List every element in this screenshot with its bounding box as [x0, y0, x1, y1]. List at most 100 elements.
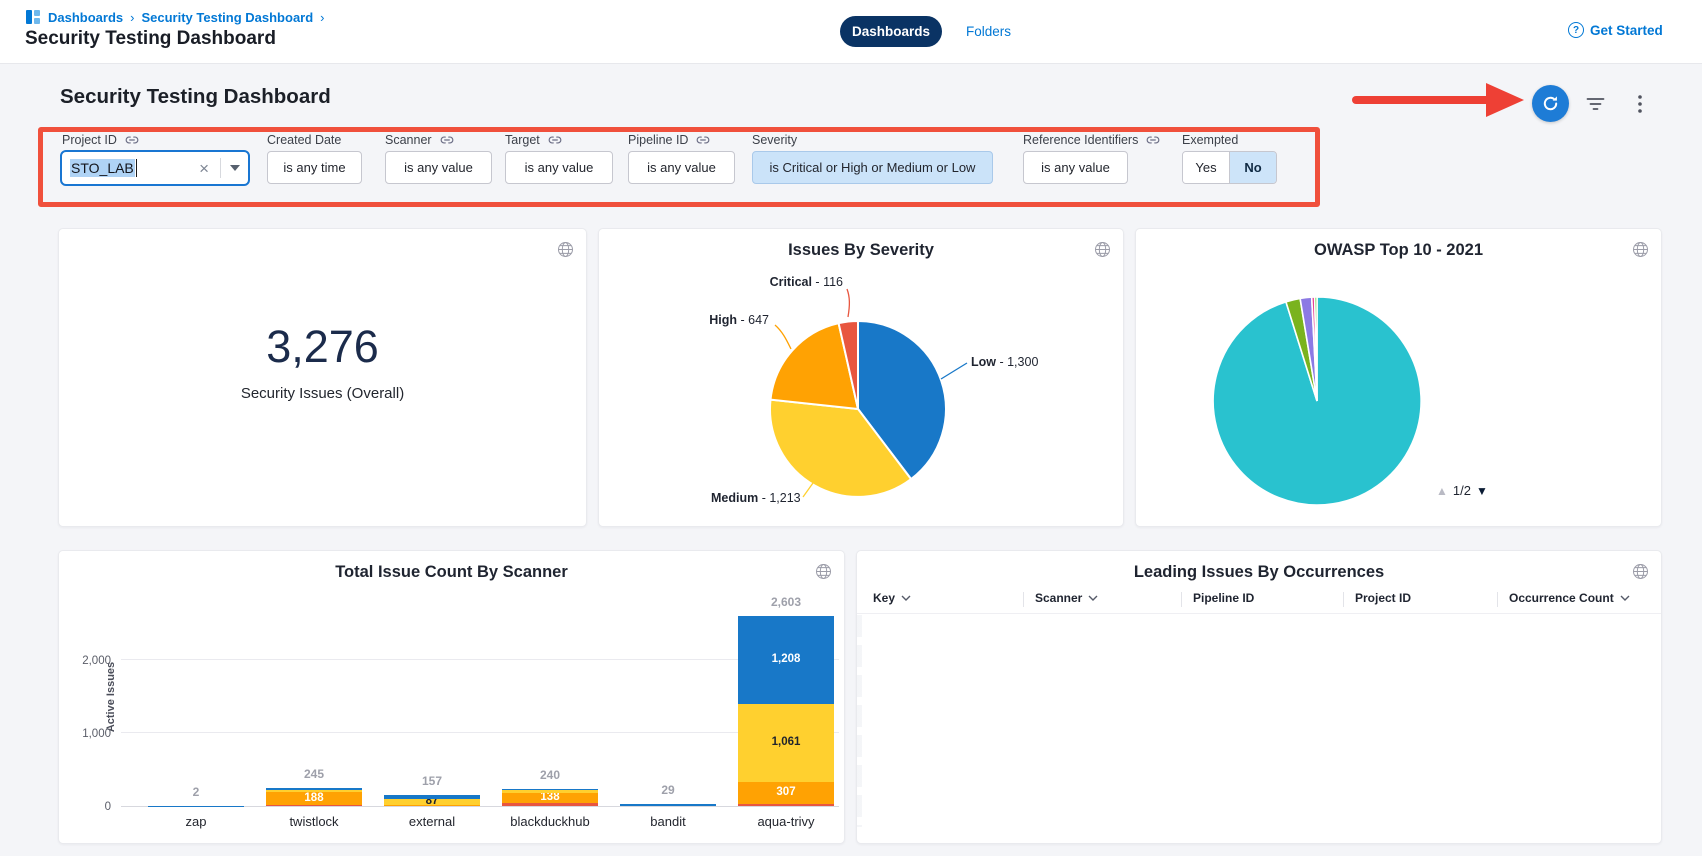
- bar-aqua-trivy[interactable]: 307 1,061 1,208: [738, 603, 834, 806]
- bar-segment-orange[interactable]: 188: [266, 792, 362, 806]
- x-axis-category-label: external: [372, 814, 492, 829]
- text-cursor: [136, 159, 138, 177]
- owasp-top-10-pie-chart: [1136, 229, 1661, 526]
- overall-issues-value: 3,276: [59, 321, 586, 373]
- bar-segment-blue[interactable]: [266, 788, 362, 790]
- callout-line-low: [941, 363, 967, 379]
- link-icon: [696, 133, 710, 147]
- input-divider: [220, 158, 221, 178]
- dashboards-grid-icon: [25, 9, 41, 25]
- link-icon: [548, 133, 562, 147]
- page-down-icon[interactable]: ▼: [1476, 484, 1488, 498]
- card-owasp-top-10: OWASP Top 10 - 2021 ▲ 1/2 ▼: [1135, 228, 1662, 527]
- overall-issues-label: Security Issues (Overall): [59, 385, 586, 402]
- x-axis-category-label: blackduckhub: [490, 814, 610, 829]
- table-header-row: Key Scanner Pipeline ID Project ID Occur…: [857, 587, 1661, 614]
- bar-bandit[interactable]: [620, 603, 716, 806]
- page-up-icon[interactable]: ▲: [1436, 484, 1448, 498]
- bar-segment-blue[interactable]: [384, 795, 480, 799]
- project-id-filter-value: STO_LAB: [70, 159, 135, 177]
- bar-segment-red[interactable]: [738, 804, 834, 806]
- bar-total-label: 29: [608, 783, 728, 797]
- clear-icon[interactable]: ×: [199, 160, 209, 177]
- exempted-no-option-selected[interactable]: No: [1230, 152, 1276, 183]
- pie-label-critical: Critical - 116: [639, 275, 843, 289]
- y-axis-title: Active Issues: [105, 617, 117, 777]
- bar-segment-yellow[interactable]: 1,061: [738, 704, 834, 781]
- bar-segment-yellow[interactable]: 87: [384, 799, 480, 805]
- help-question-icon: ?: [1568, 22, 1584, 38]
- dashboard-more-options-button[interactable]: [1628, 92, 1652, 116]
- bar-segment-blue[interactable]: [502, 789, 598, 790]
- filter-label-severity: Severity: [752, 133, 797, 147]
- project-id-filter-input[interactable]: STO_LAB ×: [60, 150, 250, 186]
- created-date-filter-button[interactable]: is any time: [267, 151, 362, 184]
- bar-segment-value: 188: [304, 793, 323, 805]
- breadcrumb-link-dashboards[interactable]: Dashboards: [48, 10, 123, 25]
- breadcrumb-link-security-testing-dashboard[interactable]: Security Testing Dashboard: [141, 10, 313, 25]
- target-filter-button[interactable]: is any value: [505, 151, 613, 184]
- dashboard-section-title: Security Testing Dashboard: [60, 85, 331, 109]
- bar-segment-yellow[interactable]: [502, 790, 598, 793]
- scanner-bar-chart-plot: 01,0002,0002zap188245twistlock87157exter…: [121, 603, 839, 807]
- column-divider: [1181, 592, 1182, 607]
- column-header-key[interactable]: Key: [873, 591, 911, 605]
- refresh-icon: [1541, 94, 1560, 113]
- y-axis-tick-label: 0: [61, 801, 111, 813]
- link-icon: [1146, 133, 1160, 147]
- severity-filter-button[interactable]: is Critical or High or Medium or Low: [752, 151, 993, 184]
- callout-line-critical: [847, 289, 849, 317]
- security-testing-dashboard-page: Dashboards › Security Testing Dashboard …: [0, 0, 1702, 856]
- table-loading-skeleton: [857, 615, 862, 827]
- dashboard-filters-button[interactable]: [1583, 92, 1607, 116]
- table-title-leading-issues: Leading Issues By Occurrences: [857, 563, 1661, 582]
- column-divider: [1023, 592, 1024, 607]
- refresh-button[interactable]: [1532, 85, 1569, 122]
- x-axis-category-label: twistlock: [254, 814, 374, 829]
- tab-folders[interactable]: Folders: [966, 16, 1011, 47]
- bar-segment-value: 307: [776, 787, 795, 799]
- card-issues-by-severity: Issues By Severity Critical - 116 High -…: [598, 228, 1124, 527]
- column-header-pipeline-id[interactable]: Pipeline ID: [1193, 591, 1254, 605]
- filter-label-project-id: Project ID: [62, 133, 139, 147]
- link-icon: [125, 133, 139, 147]
- exempted-toggle: Yes No: [1182, 151, 1277, 184]
- breadcrumb-separator: ›: [130, 10, 134, 25]
- bar-segment-red[interactable]: [266, 805, 362, 806]
- breadcrumb: Dashboards › Security Testing Dashboard …: [25, 9, 325, 25]
- globe-filter-indicator-icon[interactable]: [557, 241, 574, 263]
- y-axis-tick-label: 2,000: [61, 655, 111, 667]
- scanner-filter-button[interactable]: is any value: [385, 151, 492, 184]
- filter-label-reference-identifiers: Reference Identifiers: [1023, 133, 1160, 147]
- column-divider: [1497, 592, 1498, 607]
- bar-segment-orange[interactable]: 138: [502, 793, 598, 803]
- exempted-yes-option[interactable]: Yes: [1183, 152, 1230, 183]
- x-axis-category-label: bandit: [608, 814, 728, 829]
- annotation-arrow-head: [1486, 83, 1524, 117]
- bar-zap[interactable]: [148, 603, 244, 806]
- column-header-occurrence-count[interactable]: Occurrence Count: [1509, 591, 1630, 605]
- bar-total-label: 2: [136, 785, 256, 799]
- card-leading-issues-by-occurrences: Leading Issues By Occurrences Key Scanne…: [856, 550, 1662, 844]
- breadcrumb-separator: ›: [320, 10, 324, 25]
- filter-label-created-date: Created Date: [267, 133, 341, 147]
- bar-segment-value: 1,061: [772, 737, 801, 749]
- column-header-project-id[interactable]: Project ID: [1355, 591, 1411, 605]
- bar-segment-orange[interactable]: 307: [738, 782, 834, 804]
- bar-segment-value: 138: [540, 792, 559, 804]
- bar-segment-blue[interactable]: 1,208: [738, 616, 834, 704]
- pie-label-medium: Medium - 1,213: [711, 491, 881, 505]
- reference-identifiers-filter-button[interactable]: is any value: [1023, 151, 1128, 184]
- get-started-link[interactable]: ? Get Started: [1568, 22, 1663, 38]
- pipeline-id-filter-button[interactable]: is any value: [628, 151, 735, 184]
- tab-dashboards[interactable]: Dashboards: [840, 16, 942, 47]
- x-axis-category-label: aqua-trivy: [726, 814, 846, 829]
- filter-lines-icon: [1586, 96, 1605, 112]
- bar-segment-blue[interactable]: [620, 804, 716, 806]
- dropdown-caret-icon[interactable]: [230, 165, 240, 171]
- bar-segment-yellow[interactable]: [266, 790, 362, 792]
- filter-label-target: Target: [505, 133, 562, 147]
- column-header-scanner[interactable]: Scanner: [1035, 591, 1098, 605]
- pie-label-high: High - 647: [609, 313, 769, 327]
- get-started-label: Get Started: [1590, 23, 1663, 38]
